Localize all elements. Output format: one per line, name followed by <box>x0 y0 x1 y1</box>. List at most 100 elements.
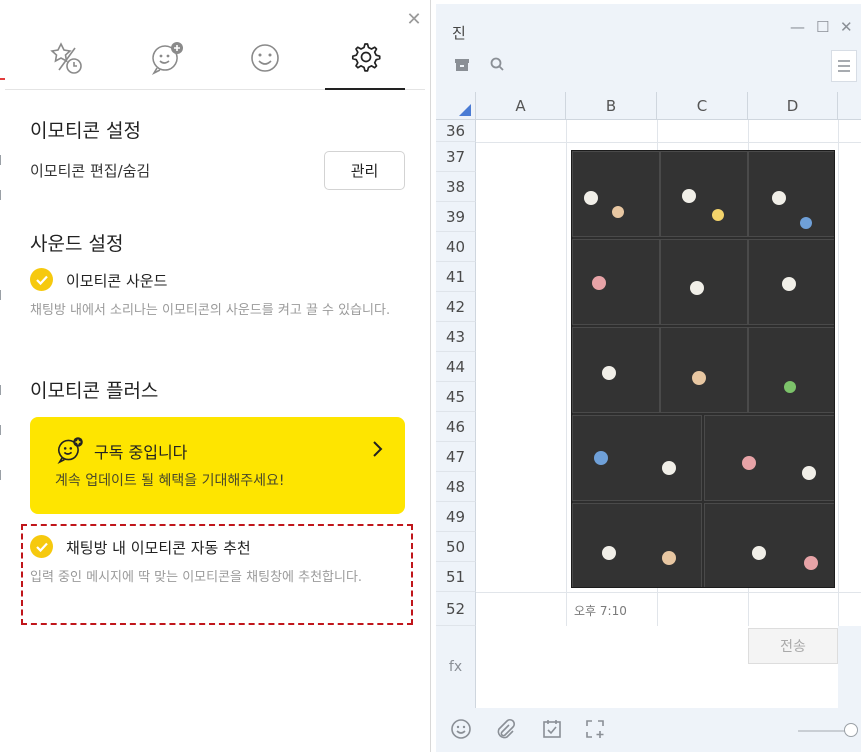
shared-sticker-screenshot[interactable] <box>571 150 835 588</box>
sticker-figure <box>692 371 706 385</box>
maximize-icon[interactable]: ☐ <box>816 18 829 36</box>
edge-glyph <box>0 385 4 395</box>
row-header[interactable]: 46 <box>436 412 476 442</box>
sticker-figure <box>802 466 816 480</box>
sticker-figure <box>602 366 616 380</box>
gridline <box>476 142 861 143</box>
emoticon-settings-title: 이모티콘 설정 <box>30 120 141 142</box>
add-emoticon-icon <box>57 437 83 464</box>
sticker-figure <box>712 209 724 221</box>
manage-button[interactable]: 관리 <box>324 151 405 190</box>
sticker-figure <box>690 281 704 295</box>
auto-recommend-label: 채팅방 내 이모티콘 자동 추천 <box>66 539 251 557</box>
edge-glyph <box>0 155 4 165</box>
sticker-figure <box>772 191 786 205</box>
sticker-figure <box>662 461 676 475</box>
compose-toolbar <box>436 708 861 752</box>
row-header[interactable]: 49 <box>436 502 476 532</box>
row-header[interactable]: 51 <box>436 562 476 592</box>
chat-window-header: 진 — ☐ ✕ <box>436 4 861 92</box>
row-header[interactable]: 40 <box>436 232 476 262</box>
sound-checkbox[interactable] <box>30 268 53 291</box>
row-header[interactable]: 50 <box>436 532 476 562</box>
sound-settings-title: 사운드 설정 <box>30 233 124 255</box>
send-button[interactable]: 전송 <box>748 628 838 664</box>
sticker-thumb <box>572 327 660 413</box>
column-header[interactable]: B <box>566 92 657 120</box>
check-icon <box>35 275 48 285</box>
background-window-edge <box>0 0 5 752</box>
row-header[interactable]: 39 <box>436 202 476 232</box>
row-header[interactable]: 47 <box>436 442 476 472</box>
sticker-thumb <box>660 239 748 325</box>
column-header[interactable]: C <box>657 92 748 120</box>
row-header[interactable]: 37 <box>436 142 476 172</box>
search-icon[interactable] <box>489 56 505 72</box>
paperclip-icon[interactable] <box>494 718 516 740</box>
zoom-slider-handle[interactable] <box>844 723 858 737</box>
calendar-check-icon[interactable] <box>541 718 563 740</box>
emoticon-settings-panel: ✕ 이모티콘 설정 이모티콘 편집/숨김 관리 사운드 설정 이모티콘 사운드 … <box>0 0 431 752</box>
row-header[interactable]: 52 <box>436 592 476 626</box>
row-header[interactable]: 38 <box>436 172 476 202</box>
edge-glyph <box>0 425 4 435</box>
column-header-row: A B C D <box>436 92 861 120</box>
row-header[interactable]: 43 <box>436 322 476 352</box>
fx-label: fx <box>436 626 476 708</box>
emoji-icon[interactable] <box>450 718 472 740</box>
row-header[interactable]: 45 <box>436 382 476 412</box>
close-window-icon[interactable]: ✕ <box>840 18 853 36</box>
star-clock-icon <box>50 42 82 74</box>
plus-subscription-card[interactable]: 구독 중입니다 계속 업데이트 될 혜택을 기대해주세요! <box>30 417 405 514</box>
smiley-icon <box>251 44 279 72</box>
sticker-figure <box>592 276 606 290</box>
sticker-thumb <box>748 327 834 413</box>
row-header[interactable]: 48 <box>436 472 476 502</box>
sticker-figure <box>612 206 624 218</box>
sticker-figure <box>602 546 616 560</box>
compose-edge <box>838 626 861 708</box>
plus-card-subtitle: 계속 업데이트 될 혜택을 기대해주세요! <box>55 473 285 489</box>
menu-button[interactable] <box>831 50 857 82</box>
gridline <box>566 120 567 626</box>
column-header[interactable]: A <box>476 92 566 120</box>
tab-emoticon[interactable] <box>225 26 305 90</box>
edge-glyph <box>0 470 4 480</box>
select-all-corner[interactable] <box>436 92 476 120</box>
corner-triangle <box>459 104 471 116</box>
panel-tabs <box>5 26 425 90</box>
minimize-icon[interactable]: — <box>790 18 805 36</box>
add-emoticon-icon <box>151 42 183 75</box>
tab-add-emoticon[interactable] <box>127 26 207 90</box>
zoom-slider-track[interactable] <box>798 730 850 732</box>
tab-recent[interactable] <box>27 26 107 90</box>
row-header[interactable]: 44 <box>436 352 476 382</box>
chat-window: 진 — ☐ ✕ A B C D 36 37 38 39 40 41 42 43 … <box>436 4 861 752</box>
gridline <box>476 592 861 593</box>
archive-icon[interactable] <box>454 56 470 72</box>
sound-option-label: 이모티콘 사운드 <box>66 272 168 290</box>
capture-icon[interactable] <box>584 718 606 740</box>
sticker-figure <box>584 191 598 205</box>
tab-settings[interactable] <box>325 26 405 90</box>
sticker-figure <box>742 456 756 470</box>
gear-icon <box>351 43 381 72</box>
row-header[interactable]: 36 <box>436 120 476 142</box>
column-header[interactable]: D <box>748 92 838 120</box>
sticker-figure <box>800 217 812 229</box>
sticker-figure <box>784 381 796 393</box>
auto-recommend-description: 입력 중인 메시지에 딱 맞는 이모티콘을 채팅창에 추천합니다. <box>30 570 363 585</box>
gridline <box>838 120 839 626</box>
row-header[interactable]: 42 <box>436 292 476 322</box>
edge-glyph <box>0 290 4 300</box>
sticker-thumb <box>660 151 748 237</box>
sticker-figure <box>782 277 796 291</box>
check-icon <box>35 542 48 552</box>
sticker-thumb <box>704 415 834 501</box>
sticker-figure <box>752 546 766 560</box>
edge-glyph <box>0 190 4 200</box>
auto-recommend-checkbox[interactable] <box>30 535 53 558</box>
row-header[interactable]: 41 <box>436 262 476 292</box>
sticker-thumb <box>748 151 834 237</box>
sticker-thumb <box>660 327 748 413</box>
